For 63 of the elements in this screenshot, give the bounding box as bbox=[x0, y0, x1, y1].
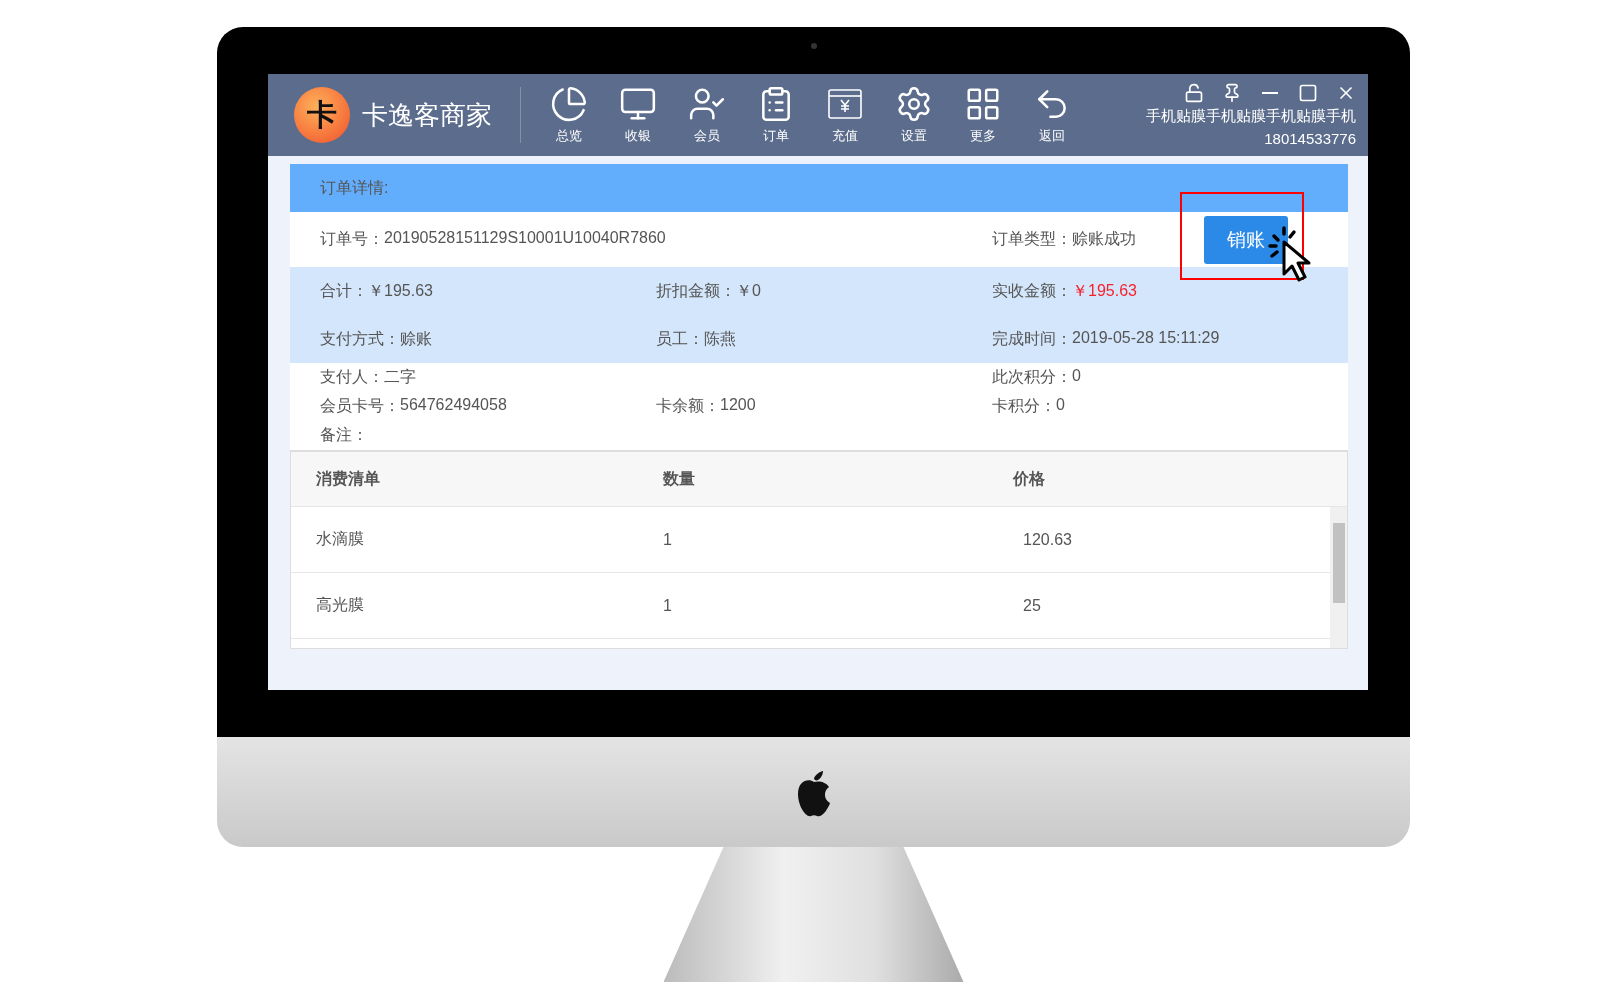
lock-button[interactable] bbox=[1184, 83, 1204, 103]
field-label: 订单类型： bbox=[992, 229, 1072, 249]
field-label: 合计： bbox=[320, 280, 368, 301]
unlock-icon bbox=[1184, 83, 1204, 103]
shop-phone: 18014533776 bbox=[1264, 130, 1356, 147]
field-value: 陈燕 bbox=[704, 328, 736, 349]
field-value: ￥0 bbox=[736, 280, 761, 301]
field-value: 20190528151129S10001U10040R7860 bbox=[384, 229, 666, 248]
shop-name: 手机贴膜手机贴膜手机贴膜手机 bbox=[1146, 107, 1356, 126]
grid-icon bbox=[964, 85, 1002, 123]
settings-icon bbox=[895, 85, 933, 123]
field-label: 支付人： bbox=[320, 367, 384, 387]
app-logo: 卡 bbox=[294, 87, 350, 143]
field-value: ￥195.63 bbox=[1072, 280, 1137, 301]
field-label: 实收金额： bbox=[992, 280, 1072, 301]
table-cell-text: 1 bbox=[663, 596, 673, 615]
field-value: 赊账成功 bbox=[1072, 229, 1136, 249]
field-label: 卡余额： bbox=[656, 396, 720, 416]
field-label: 卡积分： bbox=[992, 396, 1056, 416]
table-cell-text: 120.63 bbox=[1022, 530, 1073, 549]
field-value: 564762494058 bbox=[400, 396, 507, 415]
column-header: 价格 bbox=[1013, 468, 1046, 489]
field-label: 会员卡号： bbox=[320, 396, 400, 416]
nav-button[interactable]: 总览 bbox=[541, 85, 597, 145]
nav-button[interactable]: 返回 bbox=[1024, 85, 1080, 145]
field-label: 折扣金额： bbox=[656, 280, 736, 301]
maximize-icon bbox=[1298, 83, 1318, 103]
scrollbar[interactable] bbox=[1330, 507, 1347, 648]
field-value: 0 bbox=[1056, 396, 1065, 415]
section-title: 订单详情: bbox=[320, 177, 389, 198]
table-cell-text: 高光膜 bbox=[316, 595, 365, 615]
monitor-icon bbox=[619, 85, 657, 123]
field-label: 备注： bbox=[320, 425, 368, 445]
field-label: 完成时间： bbox=[992, 328, 1072, 349]
app-name: 卡逸客商家 bbox=[362, 98, 492, 132]
field-label: 此次积分： bbox=[992, 367, 1072, 387]
nav-button[interactable]: 充值 bbox=[817, 85, 873, 145]
nav-button[interactable]: 更多 bbox=[955, 85, 1011, 145]
table-cell-text: 水滴膜 bbox=[316, 529, 365, 549]
pin-icon bbox=[1222, 83, 1242, 103]
field-label: 支付方式： bbox=[320, 328, 400, 349]
field-value: 0 bbox=[1072, 367, 1081, 386]
maximize-button[interactable] bbox=[1298, 83, 1318, 103]
minimize-icon bbox=[1262, 92, 1278, 94]
nav-button[interactable]: 订单 bbox=[748, 85, 804, 145]
nav-button[interactable]: 设置 bbox=[886, 85, 942, 145]
column-header: 数量 bbox=[663, 468, 696, 489]
pin-button[interactable] bbox=[1222, 83, 1242, 103]
field-value: 二字 bbox=[384, 367, 416, 387]
camera-dot bbox=[811, 43, 817, 49]
field-value: 赊账 bbox=[400, 328, 432, 349]
table-cell-text: 25 bbox=[1022, 596, 1042, 615]
pie-chart-icon bbox=[550, 85, 588, 123]
field-value: 2019-05-28 15:11:29 bbox=[1072, 328, 1220, 348]
write-off-button[interactable]: 销账 bbox=[1204, 216, 1288, 264]
field-label: 员工： bbox=[656, 328, 704, 349]
field-value: ￥195.63 bbox=[368, 280, 433, 301]
field-label: 订单号： bbox=[320, 229, 384, 249]
nav-button[interactable]: 会员 bbox=[679, 85, 735, 145]
column-header: 消费清单 bbox=[316, 468, 381, 489]
nav-button[interactable]: 收银 bbox=[610, 85, 666, 145]
field-value: 1200 bbox=[720, 396, 756, 415]
table-cell-text: 1 bbox=[663, 530, 673, 549]
